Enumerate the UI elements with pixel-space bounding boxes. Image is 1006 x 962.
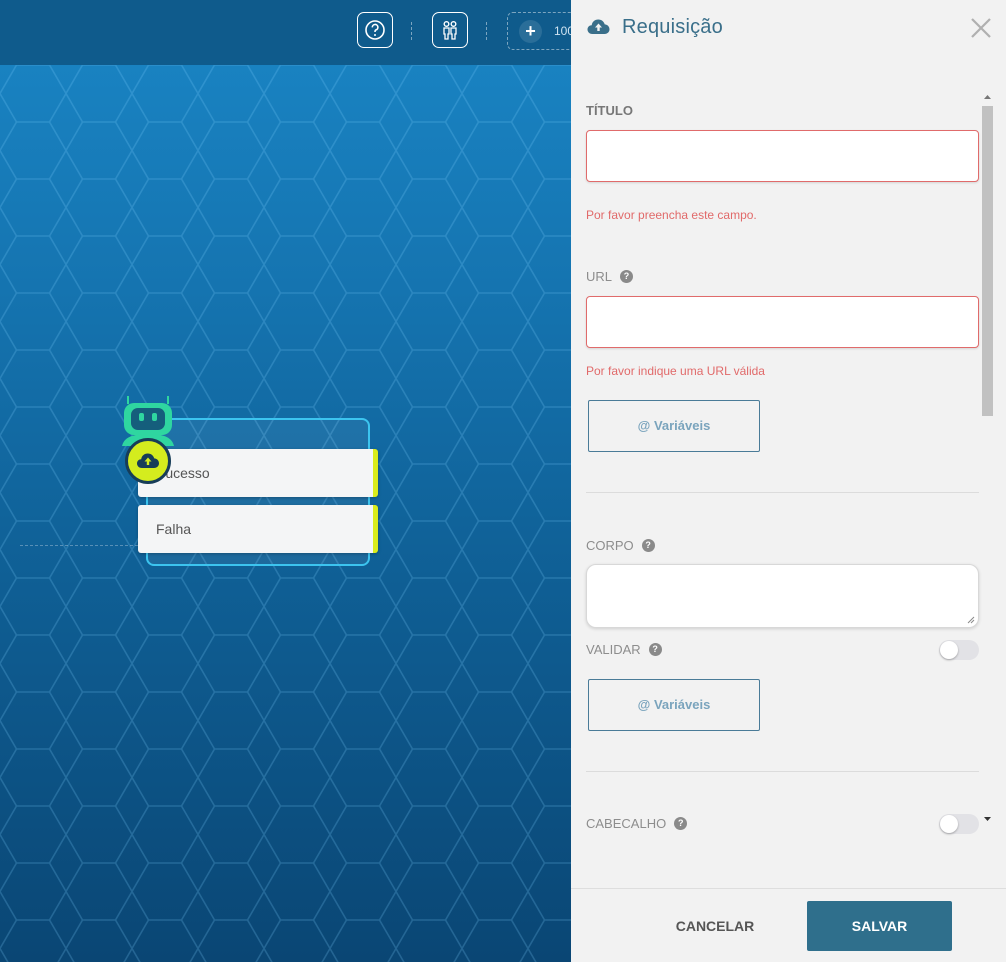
titulo-error: Por favor preencha este campo.: [586, 208, 757, 222]
close-icon[interactable]: [969, 16, 993, 40]
cancel-button[interactable]: CANCELAR: [667, 913, 763, 939]
cabecalho-label-text: CABECALHO: [586, 816, 667, 831]
request-panel: Requisição TÍTULO Por favor preencha est…: [571, 0, 1006, 962]
question-icon: [365, 20, 385, 40]
titulo-label-text: TÍTULO: [586, 103, 633, 118]
url-input[interactable]: [586, 296, 979, 348]
corpo-label-text: CORPO: [586, 538, 634, 553]
corpo-label: CORPO ?: [586, 538, 655, 553]
zoom-level: 100: [554, 24, 571, 38]
node-type-badge: [125, 438, 171, 484]
cabecalho-toggle[interactable]: [939, 814, 979, 834]
scroll-down-icon[interactable]: [984, 816, 991, 822]
connector-line: [20, 545, 138, 546]
panel-title: Requisição: [622, 16, 723, 38]
cloud-upload-icon: [137, 453, 159, 468]
help-icon[interactable]: ?: [674, 817, 688, 830]
zoom-in-button[interactable]: +: [519, 20, 542, 43]
toolbar-separator: [486, 22, 487, 40]
url-error: Por favor indique uma URL válida: [586, 364, 765, 378]
panel-header: Requisição: [571, 0, 1006, 58]
panel-body: TÍTULO Por favor preencha este campo. UR…: [571, 58, 1006, 888]
node-output-label: Falha: [156, 521, 192, 537]
titulo-input[interactable]: [586, 130, 979, 182]
url-variables-button[interactable]: @ Variáveis: [588, 400, 760, 452]
toolbar-separator: [411, 22, 412, 40]
help-icon[interactable]: ?: [648, 643, 662, 656]
save-button[interactable]: SALVAR: [807, 901, 952, 951]
titulo-label: TÍTULO: [586, 103, 633, 118]
panel-scrollbar[interactable]: [981, 94, 994, 834]
corpo-variables-button[interactable]: @ Variáveis: [588, 679, 760, 731]
cloud-upload-icon: [587, 19, 610, 34]
panel-footer: CANCELAR SALVAR: [571, 888, 1006, 962]
validar-label-text: VALIDAR: [586, 642, 641, 657]
help-icon[interactable]: ?: [641, 539, 655, 552]
validar-label: VALIDAR ?: [586, 642, 662, 657]
zoom-control: + 100: [507, 12, 571, 50]
help-icon[interactable]: ?: [620, 270, 634, 283]
url-label-text: URL: [586, 269, 613, 284]
cabecalho-label: CABECALHO ?: [586, 816, 688, 831]
help-button[interactable]: [357, 12, 393, 48]
scrollbar-thumb[interactable]: [982, 106, 993, 416]
node-output-success[interactable]: Sucesso: [138, 449, 378, 497]
section-divider: [586, 492, 979, 493]
flow-canvas[interactable]: + 100 Sucesso Falha: [0, 0, 571, 962]
canvas-toolbar: + 100: [0, 0, 571, 65]
users-icon: [443, 21, 457, 40]
corpo-textarea[interactable]: [586, 564, 979, 628]
validar-toggle[interactable]: [939, 640, 979, 660]
scroll-up-icon[interactable]: [984, 94, 991, 100]
resize-handle-icon[interactable]: [967, 616, 975, 624]
url-label: URL ?: [586, 269, 634, 284]
section-divider: [586, 771, 979, 772]
node-output-failure[interactable]: Falha: [138, 505, 378, 553]
users-button[interactable]: [432, 12, 468, 48]
